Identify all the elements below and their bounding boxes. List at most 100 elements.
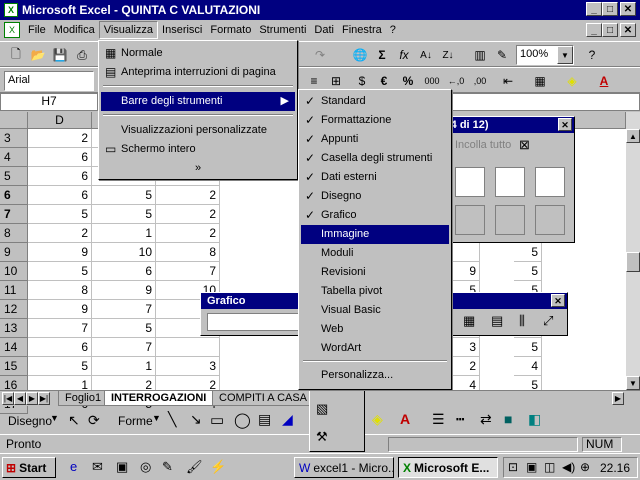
open-icon[interactable]: 📂 [28, 45, 48, 65]
row-header[interactable]: 11 [0, 281, 28, 300]
tray-network-icon[interactable]: ⊡ [508, 460, 518, 474]
toolbar-option[interactable]: Web [301, 320, 449, 339]
menu-file[interactable]: File [24, 22, 50, 38]
cell-right-b[interactable]: 5 [514, 338, 542, 357]
menu-dati[interactable]: Dati [310, 22, 338, 38]
cell-e[interactable]: 7 [92, 338, 156, 357]
font-combo[interactable]: Arial [4, 71, 94, 91]
cell-right-b[interactable]: 4 [514, 357, 542, 376]
thousands-icon[interactable]: 000 [422, 71, 442, 91]
menu-strumenti[interactable]: Strumenti [255, 22, 310, 38]
cell-d[interactable]: 5 [28, 262, 92, 281]
row-header[interactable]: 14 [0, 338, 28, 357]
cell-e[interactable]: 5 [92, 186, 156, 205]
scroll-up-icon[interactable]: ▲ [626, 129, 640, 143]
euro-icon[interactable]: € [374, 71, 394, 91]
explorer-icon[interactable]: ◎ [140, 459, 151, 475]
toolbar-option[interactable]: ✓ Grafico [301, 206, 449, 225]
font-color-icon[interactable]: A [594, 71, 614, 91]
cell-e[interactable]: 5 [92, 205, 156, 224]
row-header[interactable]: 13 [0, 319, 28, 338]
prev-sheet-icon[interactable]: ◀ [14, 392, 26, 405]
insert-picture-icon[interactable]: ▧ [316, 401, 328, 417]
row-header[interactable]: 7 [0, 205, 28, 224]
chart-data-table-icon[interactable]: ▦ [463, 313, 475, 329]
toolbar-option[interactable]: ✓ Appunti [301, 130, 449, 149]
dash-style-icon[interactable]: ┅ [456, 411, 464, 428]
cell-d[interactable]: 9 [28, 300, 92, 319]
cell-f[interactable]: 3 [156, 357, 220, 376]
taskbar-word-button[interactable]: W excel1 - Micro... [294, 457, 394, 478]
rotate-icon[interactable]: ⟳ [88, 412, 100, 429]
percent-icon[interactable]: % [398, 71, 418, 91]
draw-font-color-icon[interactable]: A [400, 411, 410, 427]
cell-d[interactable]: 6 [28, 167, 92, 186]
row-header[interactable]: 5 [0, 167, 28, 186]
clip-item-2-icon[interactable] [495, 167, 525, 197]
scroll-thumb[interactable] [626, 252, 640, 272]
cell-e[interactable]: 6 [92, 262, 156, 281]
cell-d[interactable]: 2 [28, 224, 92, 243]
row-header[interactable]: 4 [0, 148, 28, 167]
indent-icon[interactable]: ⇤ [498, 71, 518, 91]
cell-f[interactable]: 2 [156, 186, 220, 205]
row-header[interactable]: 6 [0, 186, 28, 205]
cell-e[interactable]: 10 [92, 243, 156, 262]
cell-right-a[interactable]: 9 [452, 262, 480, 281]
rectangle-icon[interactable]: ▭ [210, 411, 224, 429]
cell-f[interactable]: 2 [156, 205, 220, 224]
doc-maximize-button[interactable]: □ [602, 23, 618, 37]
sort-descending-icon[interactable]: Z↓ [438, 45, 458, 65]
cell-d[interactable]: 8 [28, 281, 92, 300]
row-header[interactable]: 9 [0, 243, 28, 262]
menu-visualizza[interactable]: Visualizza [98, 21, 159, 39]
tab-compiti-a-casa[interactable]: COMPITI A CASA [212, 391, 315, 406]
function-icon[interactable]: fx [394, 45, 414, 65]
notepad-icon[interactable]: ✎ [162, 459, 173, 475]
tray-volume-icon[interactable]: ◀) [562, 460, 575, 474]
line-style-icon[interactable]: ☰ [432, 411, 445, 428]
hyperlink-icon[interactable]: 🌐 [350, 45, 370, 65]
tray-antivirus-icon[interactable]: ⊕ [580, 460, 590, 474]
tab-foglio1[interactable]: Foglio1 [58, 391, 109, 406]
cell-right-a[interactable]: 3 [452, 338, 480, 357]
print-icon[interactable]: ⎙ [72, 45, 92, 65]
new-icon[interactable]: 🗋 [6, 45, 26, 65]
wordart-icon[interactable]: ◢ [282, 411, 293, 428]
cell-d[interactable]: 7 [28, 319, 92, 338]
toolbar-option[interactable]: WordArt [301, 339, 449, 358]
clip-item-1-icon[interactable] [455, 167, 485, 197]
autosum-icon[interactable]: Σ [372, 45, 392, 65]
clipboard-close-icon[interactable]: ✕ [558, 118, 572, 131]
cell-e[interactable]: 1 [92, 357, 156, 376]
chart-objects-combo[interactable] [207, 313, 299, 331]
vertical-scrollbar[interactable]: ▲ ▼ [626, 112, 640, 390]
cell-d[interactable]: 6 [28, 338, 92, 357]
toolbar-option[interactable]: Personalizza... [301, 366, 449, 385]
hscroll-right-icon[interactable]: ▶ [612, 392, 624, 405]
currency-icon[interactable]: $ [352, 71, 372, 91]
minimize-button[interactable]: _ [586, 2, 602, 16]
cell-d[interactable]: 5 [28, 357, 92, 376]
cell-d[interactable]: 6 [28, 148, 92, 167]
toolbar-option[interactable]: ✓ Casella degli strumenti [301, 149, 449, 168]
clip-item-3-icon[interactable] [535, 167, 565, 197]
line-icon[interactable]: ╲ [168, 411, 176, 428]
borders-icon[interactable]: ▦ [530, 71, 550, 91]
toolbar-option[interactable]: Moduli [301, 244, 449, 263]
name-box[interactable]: H7 [0, 93, 98, 111]
cell-f[interactable] [156, 338, 220, 357]
cell-d[interactable]: 6 [28, 186, 92, 205]
column-header-d[interactable]: D [28, 112, 92, 129]
forme-menu[interactable]: Forme [118, 414, 153, 428]
toolbar-option[interactable]: Immagine [301, 225, 449, 244]
chart-angle-icon[interactable]: ⤢ [543, 313, 553, 329]
tray-app-icon[interactable]: ◫ [544, 460, 555, 474]
merge-center-icon[interactable]: ⊞ [326, 71, 346, 91]
start-button[interactable]: ⊞ Start [2, 457, 56, 478]
disegno-dropdown-icon[interactable]: ▼ [50, 413, 59, 423]
cell-right-b[interactable]: 5 [514, 262, 542, 281]
cell-right-b[interactable]: 5 [514, 243, 542, 262]
tools-icon[interactable]: ⚒ [316, 429, 328, 445]
cell-right-a[interactable] [452, 243, 480, 262]
